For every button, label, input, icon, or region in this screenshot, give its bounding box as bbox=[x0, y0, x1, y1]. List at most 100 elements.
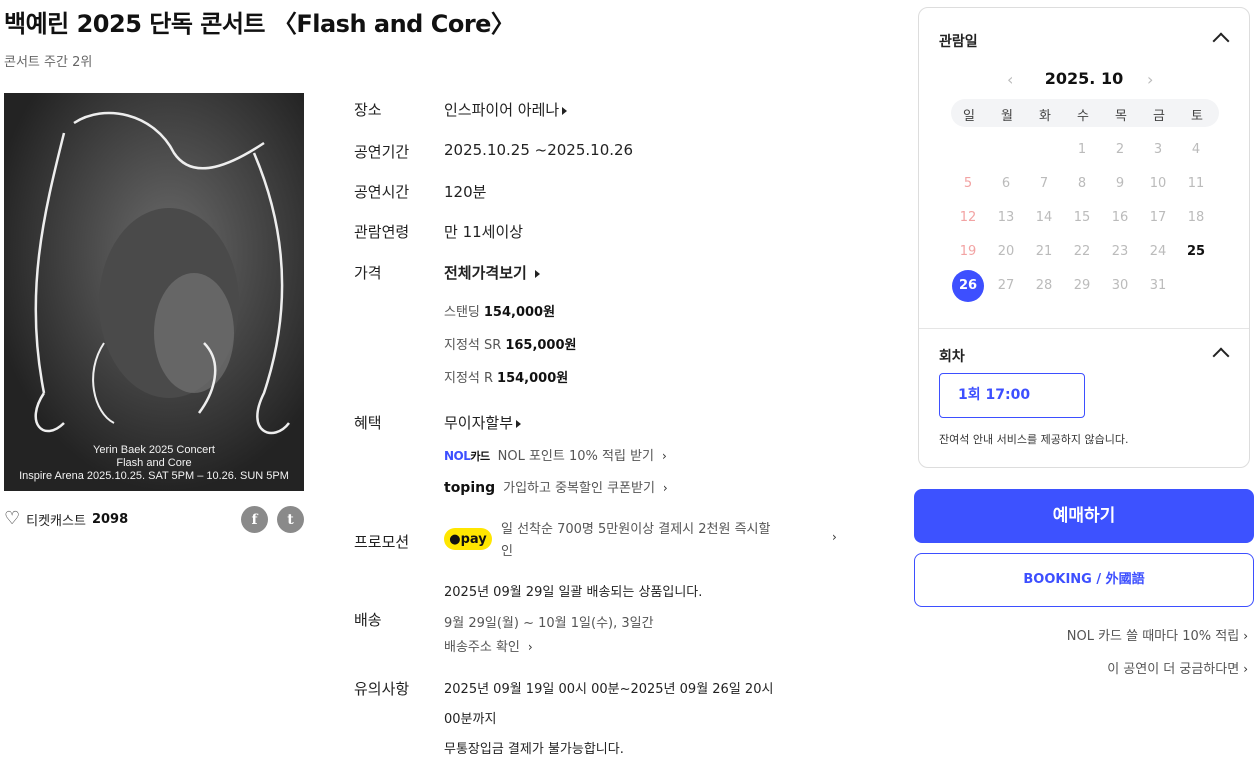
heart-icon[interactable]: ♡ bbox=[4, 510, 20, 528]
calendar-day[interactable]: 26 bbox=[952, 270, 984, 302]
chevron-right-icon: › bbox=[1243, 662, 1248, 676]
toping-logo: toping bbox=[444, 480, 496, 496]
runtime-value: 120분 bbox=[444, 183, 487, 201]
weekday-label: 토 bbox=[1191, 109, 1203, 124]
nol-benefit-text: NOL 포인트 10% 적립 받기 bbox=[497, 449, 654, 464]
delivery-address-link[interactable]: 배송주소 확인 › bbox=[444, 636, 533, 655]
nol-card-link-label: NOL 카드 쓸 때마다 10% 적립 bbox=[1066, 629, 1240, 644]
venue-label: 장소 bbox=[354, 101, 382, 119]
weekday-label: 화 bbox=[1039, 109, 1051, 124]
chevron-up-icon[interactable] bbox=[1212, 347, 1230, 365]
calendar-day: 7 bbox=[1039, 176, 1049, 191]
installment-link[interactable]: 무이자할부 bbox=[444, 412, 522, 433]
facebook-icon[interactable]: f bbox=[241, 506, 268, 533]
chevron-right-icon: › bbox=[1243, 629, 1248, 643]
calendar-day: 9 bbox=[1115, 176, 1125, 191]
booking-panel: 관람일 ‹ 2025. 10 › 일 월 화 수 목 금 토 123456789… bbox=[918, 7, 1250, 468]
next-month-icon[interactable]: › bbox=[1147, 70, 1153, 89]
weekday-label: 수 bbox=[1077, 109, 1089, 124]
venue-value: 인스파이어 아레나 bbox=[444, 101, 560, 119]
booking-foreign-button[interactable]: BOOKING / 外國語 bbox=[914, 553, 1254, 607]
all-prices-link[interactable]: 전체가격보기 bbox=[444, 262, 540, 283]
price-amount: 165,000원 bbox=[505, 338, 577, 353]
calendar-day: 8 bbox=[1077, 176, 1087, 191]
period-label: 공연기간 bbox=[354, 143, 410, 161]
weekday-label: 일 bbox=[963, 109, 975, 124]
calendar-day: 17 bbox=[1149, 210, 1167, 225]
price-seat: 스탠딩 bbox=[444, 305, 480, 320]
venue-link[interactable]: 인스파이어 아레나 bbox=[444, 99, 568, 120]
caution-line: 00분까지 bbox=[444, 712, 497, 727]
price-row: 지정석 SR 165,000원 bbox=[444, 334, 576, 353]
price-amount: 154,000원 bbox=[497, 371, 569, 386]
calendar-day: 23 bbox=[1111, 244, 1129, 259]
toping-benefit-text: 가입하고 중복할인 쿠폰받기 bbox=[503, 481, 655, 496]
triangle-right-icon bbox=[534, 269, 540, 278]
calendar-day[interactable]: 25 bbox=[1180, 236, 1212, 268]
ticketcast-label: 티켓캐스트 bbox=[26, 513, 86, 529]
more-info-link[interactable]: 이 공연이 더 궁금하다면 › bbox=[1107, 658, 1248, 677]
caution-line: 무통장입금 결제가 불가능합니다. bbox=[444, 742, 624, 757]
promotion-label: 프로모션 bbox=[354, 533, 410, 551]
weekday-label: 목 bbox=[1115, 109, 1127, 124]
chevron-right-icon: › bbox=[662, 481, 668, 495]
delivery-label: 배송 bbox=[354, 611, 382, 629]
session-section-title: 회차 bbox=[939, 349, 965, 365]
runtime-label: 공연시간 bbox=[354, 183, 410, 201]
price-seat: 지정석 SR bbox=[444, 338, 502, 353]
ticketcast-count: 2098 bbox=[91, 511, 129, 527]
caution-label: 유의사항 bbox=[354, 680, 410, 698]
calendar-day: 4 bbox=[1191, 142, 1201, 157]
calendar-day: 31 bbox=[1149, 278, 1167, 293]
calendar-day: 18 bbox=[1187, 210, 1205, 225]
ticketcast-row: ♡ 티켓캐스트 2098 f t bbox=[4, 506, 304, 533]
calendar-day: 5 bbox=[963, 176, 973, 191]
installment-value: 무이자할부 bbox=[444, 414, 514, 432]
toping-benefit[interactable]: toping 가입하고 중복할인 쿠폰받기 › bbox=[444, 477, 668, 496]
poster-caption-line: Yerin Baek 2025 Concert bbox=[93, 444, 215, 456]
weekday-label: 월 bbox=[1001, 109, 1013, 124]
calendar-day: 28 bbox=[1035, 278, 1053, 293]
promotion-line: 인 bbox=[501, 544, 513, 559]
session-option-button[interactable]: 1회 17:00 bbox=[939, 373, 1085, 418]
twitter-icon[interactable]: t bbox=[277, 506, 304, 533]
poster-caption: Yerin Baek 2025 Concert Flash and Core I… bbox=[4, 444, 304, 483]
calendar-day: 14 bbox=[1035, 210, 1053, 225]
chevron-right-icon: › bbox=[527, 640, 533, 654]
calendar-day: 13 bbox=[997, 210, 1015, 225]
calendar-day: 16 bbox=[1111, 210, 1129, 225]
nol-card-benefit[interactable]: NOL카드 NOL 포인트 10% 적립 받기 › bbox=[444, 445, 667, 464]
calendar-day: 21 bbox=[1035, 244, 1053, 259]
calendar-day: 24 bbox=[1149, 244, 1167, 259]
calendar-day: 2 bbox=[1115, 142, 1125, 157]
caution-line: 2025년 09월 19일 00시 00분~2025년 09월 26일 20시 bbox=[444, 682, 774, 697]
page-title: 백예린 2025 단독 콘서트 〈Flash and Core〉 bbox=[4, 10, 515, 38]
delivery-line: 2025년 09월 29일 일괄 배송되는 상품입니다. bbox=[444, 585, 703, 600]
nol-logo-text: NOL bbox=[444, 449, 471, 463]
triangle-right-icon bbox=[562, 106, 568, 115]
nol-card-link[interactable]: NOL 카드 쓸 때마다 10% 적립 › bbox=[1067, 625, 1248, 644]
calendar-day: 27 bbox=[997, 278, 1015, 293]
price-seat: 지정석 R bbox=[444, 371, 494, 386]
calendar-day: 30 bbox=[1111, 278, 1129, 293]
calendar-day: 15 bbox=[1073, 210, 1091, 225]
chevron-up-icon[interactable] bbox=[1212, 32, 1230, 50]
poster-artwork bbox=[4, 93, 304, 491]
ranking-badge[interactable]: 콘서트 주간 2위 bbox=[4, 51, 92, 70]
price-label: 가격 bbox=[354, 264, 382, 282]
book-button[interactable]: 예매하기 bbox=[914, 489, 1254, 543]
calendar-month: 2025. 10 bbox=[1044, 69, 1124, 88]
calendar-day: 1 bbox=[1077, 142, 1087, 157]
calendar-day: 3 bbox=[1153, 142, 1163, 157]
kakao-pay-logo: ●pay bbox=[444, 528, 492, 550]
calendar-day: 22 bbox=[1073, 244, 1091, 259]
poster-caption-line: Inspire Arena 2025.10.25. SAT 5PM – 10.2… bbox=[19, 470, 289, 482]
calendar-day: 29 bbox=[1073, 278, 1091, 293]
chevron-right-icon: › bbox=[832, 530, 837, 544]
calendar-day: 6 bbox=[1001, 176, 1011, 191]
poster-caption-line: Flash and Core bbox=[116, 457, 192, 469]
promotion-text: 일 선착순 700명 5만원이상 결제시 2천원 즉시할 인 bbox=[501, 519, 801, 563]
calendar-day: 11 bbox=[1187, 176, 1205, 191]
price-row: 지정석 R 154,000원 bbox=[444, 367, 568, 386]
promotion-line: 일 선착순 700명 5만원이상 결제시 2천원 즉시할 bbox=[501, 522, 771, 537]
